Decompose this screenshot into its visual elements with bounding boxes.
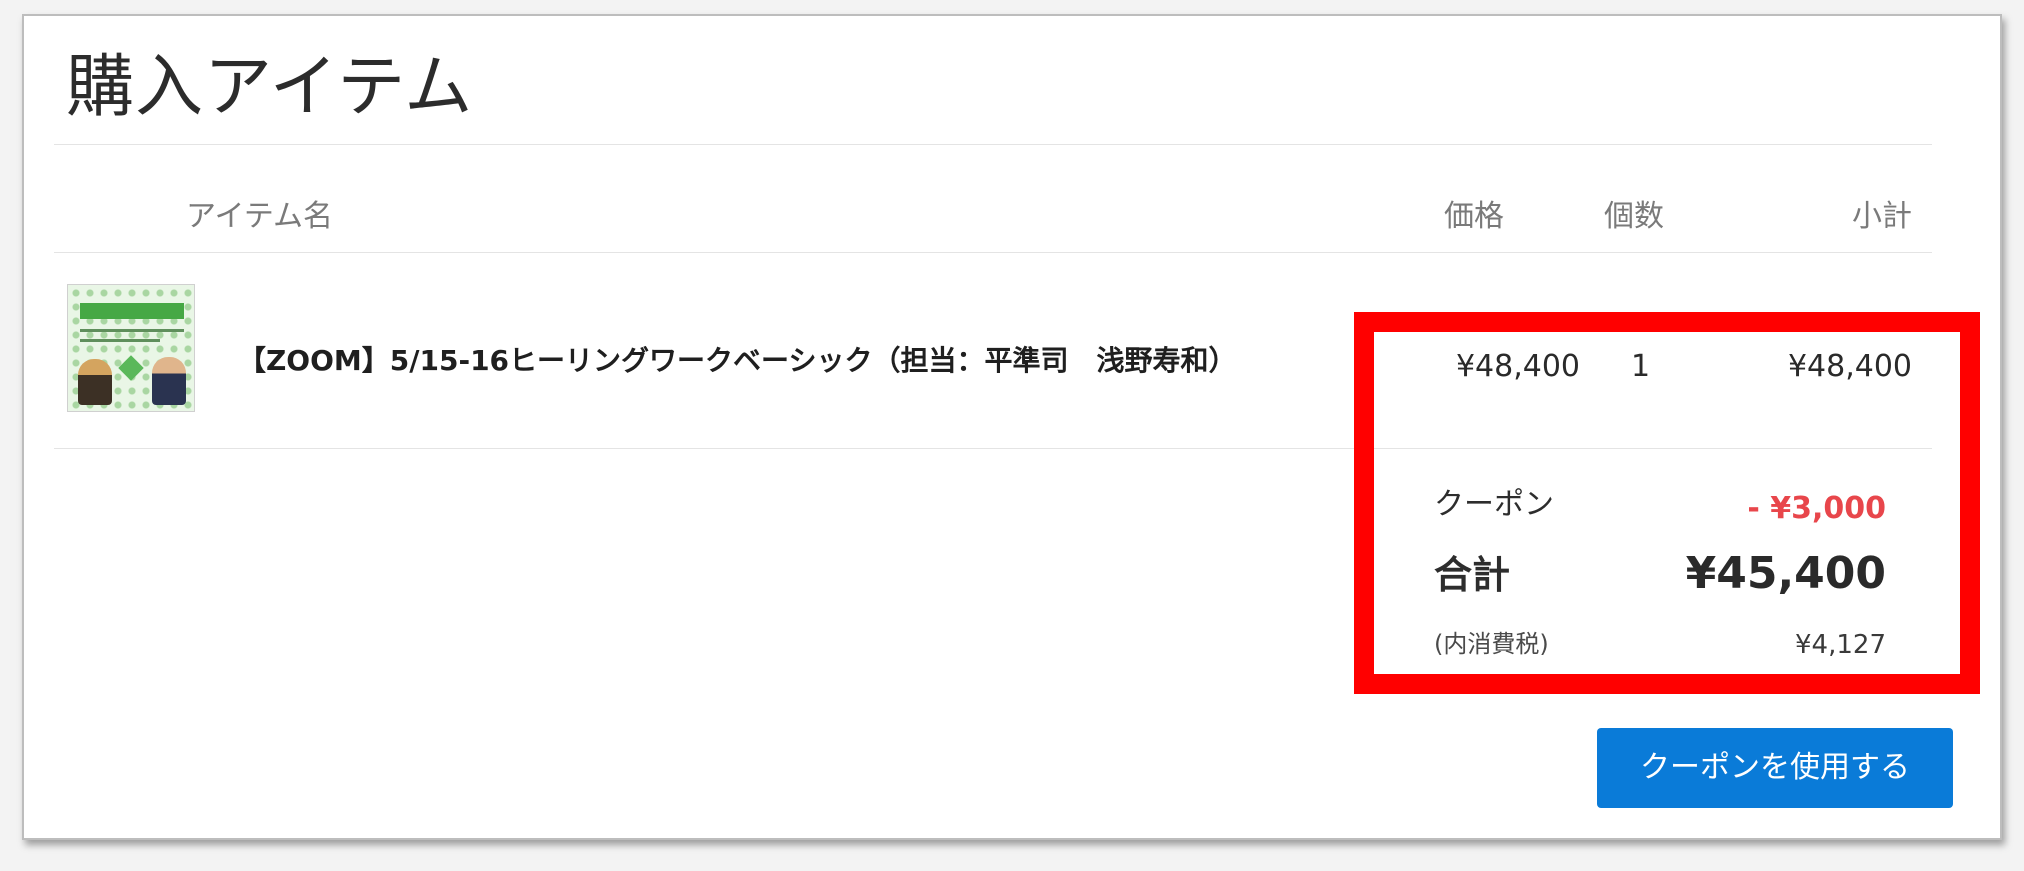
highlight-box: [1354, 312, 1980, 694]
product-thumbnail[interactable]: [67, 284, 195, 412]
person-image: [152, 357, 186, 405]
header-bottom-divider: [54, 252, 1932, 253]
header-top-divider: [54, 144, 1932, 145]
person-image: [78, 359, 112, 405]
column-header-quantity: 個数: [1604, 199, 1664, 234]
column-header-price: 価格: [1444, 199, 1504, 234]
column-header-subtotal: 小計: [1852, 199, 1912, 234]
use-coupon-button[interactable]: クーポンを使用する: [1597, 728, 1953, 808]
screenshot-stage: 購入アイテム アイテム名 価格 個数 小計 【ZOOM】5/15-16ヒーリング…: [0, 0, 2024, 871]
column-header-item-name: アイテム名: [186, 199, 333, 234]
diamond-badge: [118, 355, 144, 381]
item-name-link[interactable]: 【ZOOM】5/15-16ヒーリングワークベーシック（担当：平準司 浅野寿和）: [238, 347, 1236, 375]
page-title: 購入アイテム: [66, 48, 474, 127]
purchase-items-card: 購入アイテム アイテム名 価格 個数 小計 【ZOOM】5/15-16ヒーリング…: [22, 14, 2002, 840]
